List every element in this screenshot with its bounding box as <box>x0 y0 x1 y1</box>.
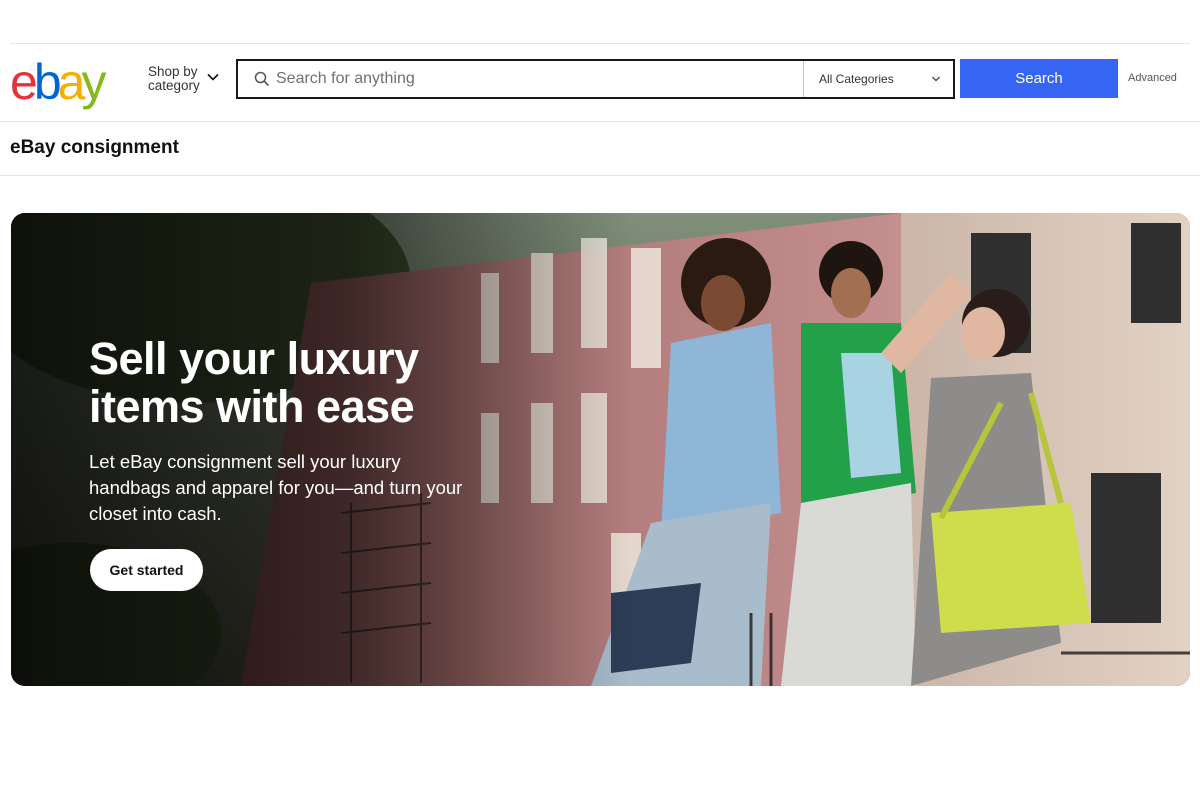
shop-by-category-button[interactable]: Shop by category <box>148 64 228 94</box>
site-header: ebay Shop by category All Categories Sea… <box>0 44 1200 122</box>
search-button[interactable]: Search <box>960 59 1118 98</box>
header-divider <box>0 121 1200 122</box>
shop-by-label: Shop by <box>148 64 198 79</box>
logo-letter-e: e <box>10 54 38 110</box>
page-title: eBay consignment <box>10 137 179 158</box>
get-started-button[interactable]: Get started <box>90 549 203 591</box>
category-select-value: All Categories <box>819 72 894 86</box>
advanced-search-link[interactable]: Advanced <box>1128 72 1177 84</box>
logo-letter-a: a <box>57 54 86 110</box>
chevron-down-icon <box>207 73 219 81</box>
search-input[interactable] <box>276 61 796 97</box>
logo-letter-y: y <box>81 54 106 110</box>
search-bar: All Categories <box>236 59 955 99</box>
search-icon <box>254 71 270 87</box>
title-divider <box>0 175 1200 176</box>
hero-heading: Sell your luxury items with ease <box>89 333 419 432</box>
chevron-down-icon <box>932 76 940 82</box>
hero-banner: Sell your luxury items with ease Let eBa… <box>11 213 1190 686</box>
category-label: category <box>148 78 200 93</box>
category-select[interactable]: All Categories <box>803 61 955 97</box>
ebay-logo[interactable]: ebay <box>10 56 125 108</box>
logo-letter-b: b <box>33 54 62 110</box>
hero-description: Let eBay consignment sell your luxury ha… <box>89 451 463 524</box>
